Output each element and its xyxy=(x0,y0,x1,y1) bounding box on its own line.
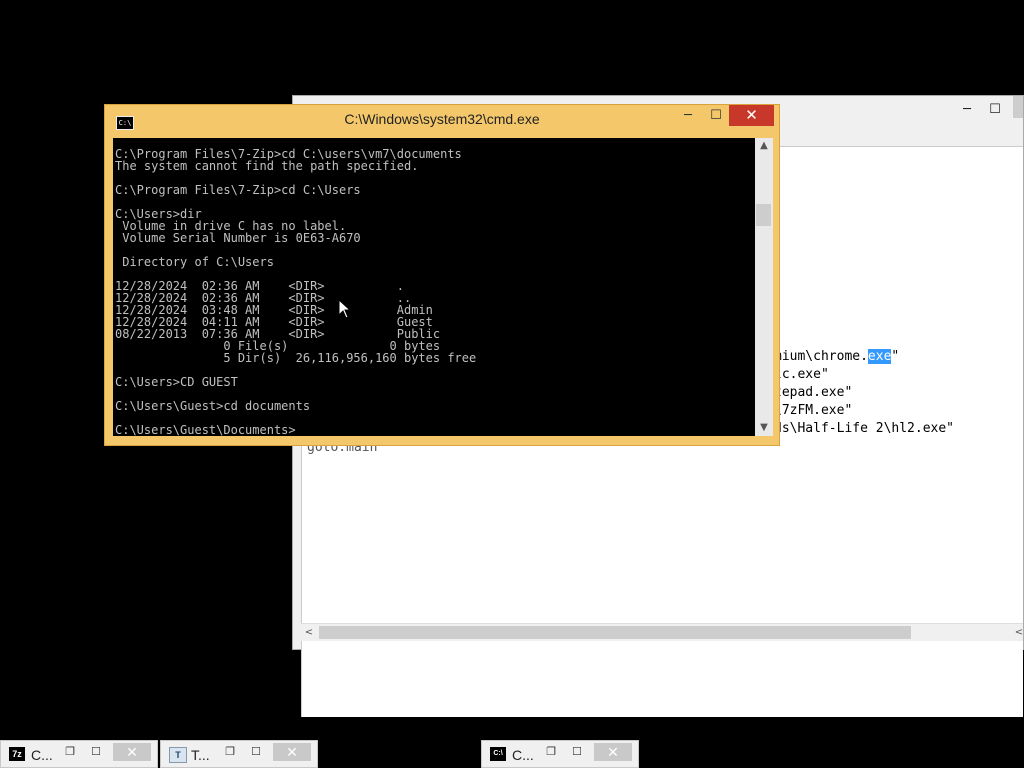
minimized-window-7zip[interactable]: 7z C... ❐ ☐ ✕ xyxy=(0,740,158,768)
maximize-button[interactable]: ☐ xyxy=(87,745,105,759)
scroll-down-arrow[interactable]: ▼ xyxy=(755,420,773,436)
console-line: C:\Program Files\7-Zip>cd C:\Users xyxy=(115,183,361,197)
7zip-icon: 7z xyxy=(9,747,25,761)
cmd-window[interactable]: C:\ C:\Windows\system32\cmd.exe ─ ☐ ✕ C:… xyxy=(104,104,780,446)
console-output[interactable]: C:\Program Files\7-Zip>cd C:\users\vm7\d… xyxy=(113,138,755,436)
notepad-line: lc.exe" xyxy=(774,367,829,382)
notepad-minimize-button[interactable]: ─ xyxy=(956,100,978,120)
maximize-button[interactable]: ☐ xyxy=(568,745,586,759)
notepad-line: \7zFM.exe" xyxy=(774,403,853,418)
notepad-line: tepad.exe" xyxy=(774,385,853,400)
notepad-line: mium\chrome.exe" xyxy=(774,349,900,364)
console-line: C:\Users\Guest\Documents> xyxy=(115,423,296,436)
minimized-window-label: C... xyxy=(31,747,53,763)
close-button[interactable]: ✕ xyxy=(594,743,632,761)
notepad-line: ds\Half-Life 2\hl2.exe" xyxy=(774,421,955,436)
cmd-icon: C:\ xyxy=(490,747,506,761)
close-button[interactable]: ✕ xyxy=(729,105,774,126)
console-line: C:\Users\Guest>cd documents xyxy=(115,399,311,413)
notepad-maximize-button[interactable]: ☐ xyxy=(984,100,1006,120)
minimized-window-label: C... xyxy=(512,747,534,763)
notepad-hscrollbar[interactable]: < < xyxy=(301,623,1023,641)
maximize-button[interactable]: ☐ xyxy=(703,105,729,126)
console-line: The system cannot find the path specifie… xyxy=(115,159,419,173)
mouse-cursor-icon xyxy=(338,299,352,319)
restore-button[interactable]: ❐ xyxy=(542,745,560,759)
console-vscrollbar[interactable]: ▲ ▼ xyxy=(755,138,773,436)
vscroll-thumb[interactable] xyxy=(756,204,771,226)
scroll-right-arrow[interactable]: < xyxy=(1011,624,1024,641)
notepad-scroll-thumb[interactable] xyxy=(1013,96,1023,118)
console-line: Volume Serial Number is 0E63-A670 xyxy=(115,231,361,245)
scroll-left-arrow[interactable]: < xyxy=(301,624,317,641)
console-line: 5 Dir(s) 26,116,956,160 bytes free xyxy=(115,351,477,365)
restore-button[interactable]: ❐ xyxy=(221,745,239,759)
scroll-up-arrow[interactable]: ▲ xyxy=(755,138,773,154)
minimize-button[interactable]: ─ xyxy=(675,105,701,126)
console-line: C:\Users>CD GUEST xyxy=(115,375,238,389)
close-button[interactable]: ✕ xyxy=(273,743,311,761)
minimized-window-cmd[interactable]: C:\ C... ❐ ☐ ✕ xyxy=(481,740,639,768)
restore-button[interactable]: ❐ xyxy=(61,745,79,759)
minimized-window-label: T... xyxy=(191,747,210,763)
console-line: Directory of C:\Users xyxy=(115,255,274,269)
minimized-window-task[interactable]: T T... ❐ ☐ ✕ xyxy=(160,740,318,768)
close-button[interactable]: ✕ xyxy=(113,743,151,761)
task-manager-icon: T xyxy=(169,747,187,763)
maximize-button[interactable]: ☐ xyxy=(247,745,265,759)
console-text: C:\Program Files\7-Zip>cd C:\users\vm7\d… xyxy=(115,148,476,436)
hscroll-thumb[interactable] xyxy=(319,626,911,639)
